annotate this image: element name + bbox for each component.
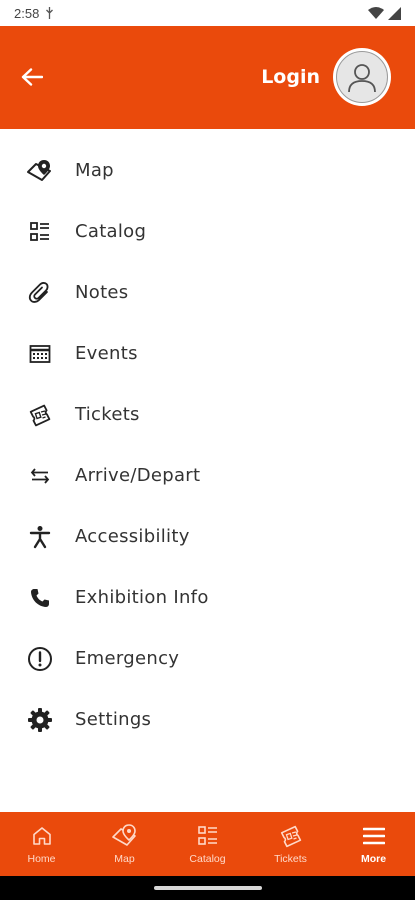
menu-item-label: Exhibition Info bbox=[75, 587, 209, 608]
nav-label: Catalog bbox=[189, 853, 226, 865]
phone-icon bbox=[25, 583, 55, 613]
nav-tickets[interactable]: Tickets bbox=[249, 812, 332, 876]
menu-item-label: Emergency bbox=[75, 648, 180, 669]
alert-icon bbox=[25, 644, 55, 674]
menu-item-tickets[interactable]: Tickets bbox=[0, 384, 415, 445]
login-link[interactable]: Login bbox=[261, 66, 320, 88]
menu-item-settings[interactable]: Settings bbox=[0, 689, 415, 750]
menu-item-arrive-depart[interactable]: Arrive/Depart bbox=[0, 445, 415, 506]
user-icon bbox=[348, 64, 376, 93]
system-navigation-bar bbox=[0, 876, 415, 900]
menu-item-emergency[interactable]: Emergency bbox=[0, 628, 415, 689]
menu-item-map[interactable]: Map bbox=[0, 140, 415, 201]
nav-label: Map bbox=[114, 853, 135, 865]
nav-more[interactable]: More bbox=[332, 812, 415, 876]
menu-list: Map Catalog Notes Events Tickets Arrive/… bbox=[0, 140, 415, 750]
status-bar: 2:58 bbox=[0, 0, 415, 26]
catalog-icon bbox=[197, 823, 219, 849]
swap-arrows-icon bbox=[25, 461, 55, 491]
menu-item-events[interactable]: Events bbox=[0, 323, 415, 384]
calendar-icon bbox=[25, 339, 55, 369]
menu-item-label: Notes bbox=[75, 282, 129, 303]
gear-icon bbox=[25, 705, 55, 735]
menu-item-label: Arrive/Depart bbox=[75, 465, 201, 486]
avatar[interactable] bbox=[333, 48, 391, 106]
bottom-nav: Home Map Catalog Tickets More bbox=[0, 812, 415, 876]
menu-item-label: Events bbox=[75, 343, 138, 364]
menu-item-label: Catalog bbox=[75, 221, 147, 242]
tickets-icon bbox=[278, 823, 304, 849]
data-saver-icon bbox=[45, 7, 54, 19]
nav-label: Tickets bbox=[274, 853, 307, 865]
menu-icon bbox=[362, 823, 385, 849]
home-icon bbox=[31, 823, 53, 849]
nav-label: Home bbox=[27, 853, 56, 865]
gesture-handle[interactable] bbox=[154, 886, 262, 890]
nav-label: More bbox=[360, 853, 387, 865]
paperclip-icon bbox=[25, 278, 55, 308]
map-pin-icon bbox=[111, 823, 139, 849]
menu-item-notes[interactable]: Notes bbox=[0, 262, 415, 323]
menu-item-accessibility[interactable]: Accessibility bbox=[0, 506, 415, 567]
menu-item-label: Settings bbox=[75, 709, 152, 730]
nav-map[interactable]: Map bbox=[83, 812, 166, 876]
nav-home[interactable]: Home bbox=[0, 812, 83, 876]
menu-item-label: Tickets bbox=[75, 404, 140, 425]
tickets-icon bbox=[25, 400, 55, 430]
catalog-icon bbox=[25, 217, 55, 247]
menu-item-exhibition-info[interactable]: Exhibition Info bbox=[0, 567, 415, 628]
menu-item-label: Accessibility bbox=[75, 526, 190, 547]
menu-item-label: Map bbox=[75, 160, 114, 181]
map-pin-icon bbox=[25, 156, 55, 186]
signal-icon bbox=[388, 6, 401, 20]
app-header: Login bbox=[0, 26, 415, 129]
wifi-icon bbox=[368, 6, 384, 20]
arrow-left-icon bbox=[21, 68, 43, 86]
nav-catalog[interactable]: Catalog bbox=[166, 812, 249, 876]
back-button[interactable] bbox=[14, 62, 50, 92]
accessibility-icon bbox=[25, 522, 55, 552]
menu-item-catalog[interactable]: Catalog bbox=[0, 201, 415, 262]
status-time: 2:58 bbox=[14, 5, 40, 21]
